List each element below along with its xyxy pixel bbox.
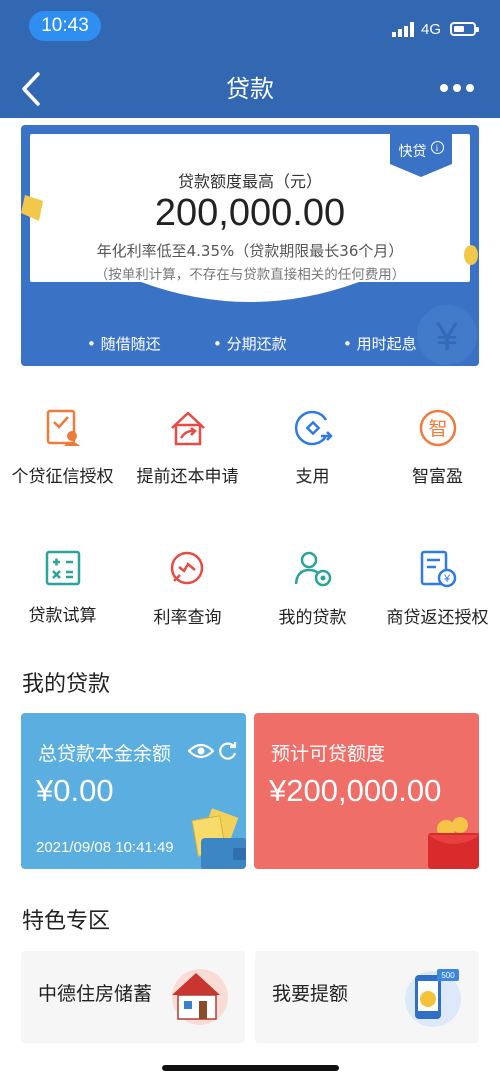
calculator-icon xyxy=(45,550,80,586)
available-card[interactable]: 预计可贷额度 ¥200,000.00 xyxy=(254,713,479,869)
more-options-icon[interactable] xyxy=(440,78,476,98)
my-loans-title: 我的贷款 xyxy=(22,672,111,697)
feature-housing-savings[interactable]: 中德住房储蓄 xyxy=(21,951,245,1043)
limit-label: 贷款额度最高（元） xyxy=(177,172,322,191)
service-label: 提前还本申请 xyxy=(136,467,239,487)
early-repay-icon xyxy=(170,411,205,446)
note-text: （按单利计算，不存在与贷款直接相关的任何费用） xyxy=(94,267,406,283)
info-icon[interactable]: i xyxy=(430,141,444,154)
wallet-icon xyxy=(191,808,246,869)
balance-value: ¥0.00 xyxy=(36,773,114,808)
red-envelope-icon xyxy=(428,817,479,869)
service-label: 利率查询 xyxy=(153,608,222,628)
rate-query-icon xyxy=(170,551,203,585)
signal-icon xyxy=(392,22,414,37)
loan-banner[interactable]: 贷款额度最高（元） 200,000.00 年化利率低至4.35%（贷款期限最长3… xyxy=(21,125,479,366)
available-label: 预计可贷额度 xyxy=(271,743,386,765)
service-zhifuying[interactable]: 智 智富盈 xyxy=(375,408,500,487)
app-header: 10:43 4G 贷款 xyxy=(0,0,500,118)
available-value: ¥200,000.00 xyxy=(269,773,442,808)
balance-timestamp: 2021/09/08 10:41:49 xyxy=(36,839,174,856)
feature-raise-limit[interactable]: 我要提额 500 xyxy=(255,951,479,1043)
refund-auth-icon: ¥ xyxy=(420,550,456,588)
feature-label: 我要提额 xyxy=(272,983,349,1005)
special-title: 特色专区 xyxy=(22,909,111,934)
page-title: 贷款 xyxy=(226,75,274,103)
service-early-repay[interactable]: 提前还本申请 xyxy=(125,408,250,487)
svg-text:¥: ¥ xyxy=(442,573,450,585)
credit-auth-icon xyxy=(46,409,80,446)
service-label: 我的贷款 xyxy=(278,608,347,628)
feature-flexible: • 随借随还 xyxy=(87,335,161,353)
service-credit-auth[interactable]: 个贷征信授权 xyxy=(0,408,125,487)
house-icon xyxy=(172,969,228,1025)
service-refund-auth[interactable]: ¥ 商贷返还授权 xyxy=(375,549,500,628)
gold-coin-left-icon xyxy=(21,195,43,221)
service-my-loan[interactable]: 我的贷款 xyxy=(250,549,375,628)
rate-text: 年化利率低至4.35%（贷款期限最长36个月） xyxy=(96,242,404,260)
eye-icon[interactable] xyxy=(188,742,214,760)
ribbon-label: 快贷 xyxy=(398,144,427,160)
drawdown-icon xyxy=(294,410,333,446)
status-time: 10:43 xyxy=(29,11,101,41)
battery-icon xyxy=(450,22,479,36)
feature-label: 中德住房储蓄 xyxy=(38,983,153,1005)
balance-card[interactable]: 总贷款本金余额 ¥0.00 2021/09/08 10:41:49 xyxy=(21,713,246,869)
svg-text:智: 智 xyxy=(428,418,447,440)
yen-coin-icon: ¥ xyxy=(417,305,477,365)
service-calculator[interactable]: 贷款试算 xyxy=(0,549,125,626)
service-drawdown[interactable]: 支用 xyxy=(250,408,375,487)
feature-installment: • 分期还款 xyxy=(213,335,287,353)
phone-coin-icon: 500 xyxy=(405,969,461,1027)
network-type: 4G xyxy=(421,21,442,38)
gold-coin-right-icon xyxy=(464,245,478,265)
my-loan-icon xyxy=(294,551,331,587)
limit-value: 200,000.00 xyxy=(154,192,346,234)
service-label: 贷款试算 xyxy=(28,606,97,626)
service-label: 支用 xyxy=(295,467,330,487)
service-label: 商贷返还授权 xyxy=(386,608,489,628)
service-rate-query[interactable]: 利率查询 xyxy=(125,549,250,628)
feature-interest: • 用时起息 xyxy=(343,335,417,353)
service-label: 个贷征信授权 xyxy=(11,467,114,487)
svg-text:500: 500 xyxy=(441,971,455,980)
service-label: 智富盈 xyxy=(412,467,463,487)
home-indicator xyxy=(162,1065,339,1071)
refresh-icon[interactable] xyxy=(218,741,238,761)
zhifuying-icon: 智 xyxy=(419,409,456,447)
balance-label: 总贷款本金余额 xyxy=(38,743,172,765)
svg-text:¥: ¥ xyxy=(435,315,459,359)
